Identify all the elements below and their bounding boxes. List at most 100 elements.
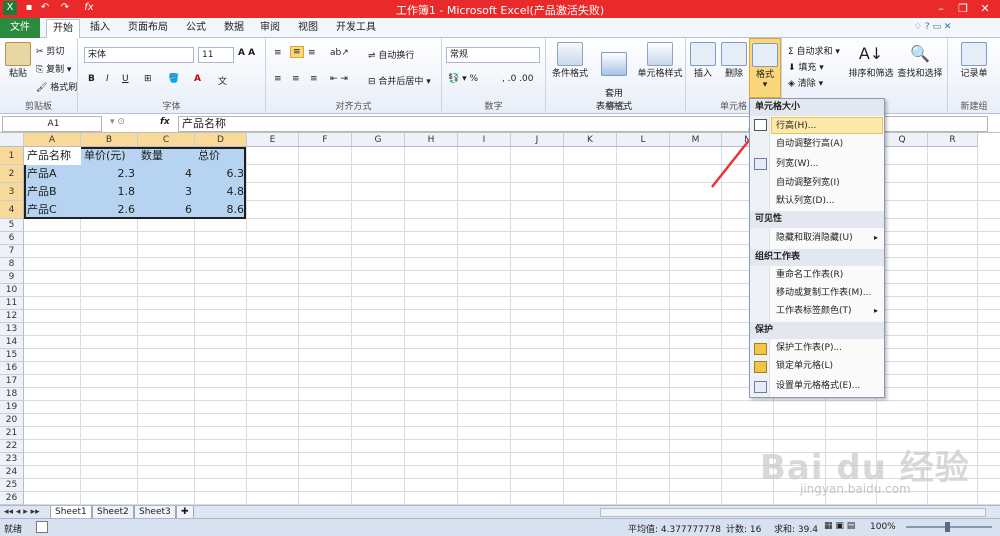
row-header[interactable]: 11 xyxy=(0,297,24,310)
row-header[interactable]: 12 xyxy=(0,310,24,323)
menu-move-copy-sheet[interactable]: 移动或复制工作表(M)... xyxy=(774,285,882,302)
row-header[interactable]: 22 xyxy=(0,440,24,453)
font-name-select[interactable]: 宋体 xyxy=(84,47,194,63)
row-header[interactable]: 4 xyxy=(0,201,24,219)
table-cell[interactable]: 4 xyxy=(138,165,195,183)
border-icon[interactable]: ⊞ xyxy=(144,74,152,84)
menu-format-cells[interactable]: 设置单元格格式(E)... xyxy=(774,378,882,395)
delete-cells-button[interactable]: 删除 xyxy=(719,42,749,79)
phonetic-icon[interactable]: 文 xyxy=(218,74,227,87)
font-size-select[interactable]: 11 xyxy=(198,47,234,63)
align-center-icon[interactable]: ≡ xyxy=(292,74,300,84)
cut-button[interactable]: ✂ 剪切 xyxy=(36,44,64,57)
paste-button[interactable]: 粘贴 xyxy=(4,42,32,79)
fill-color-icon[interactable]: 🪣 xyxy=(168,74,179,84)
tab-review[interactable]: 审阅 xyxy=(254,19,286,38)
autosum-button[interactable]: Σ 自动求和 ▾ xyxy=(788,44,840,57)
restore-icon[interactable]: ❐ xyxy=(952,1,974,17)
tab-developer[interactable]: 开发工具 xyxy=(330,19,382,38)
table-cell[interactable]: 2.3 xyxy=(81,165,138,183)
format-painter-button[interactable]: 🖌 格式刷 xyxy=(36,80,77,93)
table-cell[interactable]: 产品名称 xyxy=(24,147,81,165)
column-header[interactable]: H xyxy=(405,133,458,147)
minimize-icon[interactable]: – xyxy=(930,1,952,17)
menu-autofit-column-width[interactable]: 自动调整列宽(I) xyxy=(774,175,882,192)
table-cell[interactable]: 总价 xyxy=(195,147,247,165)
row-header[interactable]: 13 xyxy=(0,323,24,336)
menu-default-width[interactable]: 默认列宽(D)... xyxy=(774,193,882,210)
bold-button[interactable]: B xyxy=(88,74,95,84)
number-format-select[interactable]: 常规 xyxy=(446,47,540,63)
name-box[interactable]: A1 xyxy=(2,116,102,132)
copy-button[interactable]: ⎘ 复制 ▾ xyxy=(36,62,71,75)
table-cell[interactable]: 3 xyxy=(138,183,195,201)
tab-page-layout[interactable]: 页面布局 xyxy=(122,19,174,38)
menu-lock-cell[interactable]: 锁定单元格(L) xyxy=(774,358,882,375)
format-cells-button[interactable]: 格式 ▾ xyxy=(749,38,781,98)
menu-column-width[interactable]: 列宽(W)... xyxy=(774,156,882,173)
sheet-nav-icon[interactable]: ◂◂ ◂ ▸ ▸▸ xyxy=(4,507,40,517)
zoom-slider-handle[interactable] xyxy=(945,522,950,532)
italic-button[interactable]: I xyxy=(106,74,109,84)
align-top-icon[interactable]: ≡ xyxy=(274,48,282,58)
column-header[interactable]: C xyxy=(138,133,195,147)
insert-cells-button[interactable]: 插入 xyxy=(688,42,718,79)
tab-file[interactable]: 文件 xyxy=(0,18,40,38)
name-box-dropdown-icon[interactable]: ▾ ⊙ xyxy=(110,117,125,127)
tab-insert[interactable]: 插入 xyxy=(84,19,116,38)
conditional-format-button[interactable]: 条件格式 xyxy=(548,42,592,79)
currency-icon[interactable]: 💱 ▾ % xyxy=(448,74,478,84)
insert-function-icon[interactable]: fx xyxy=(160,117,170,127)
row-header[interactable]: 25 xyxy=(0,479,24,492)
align-left-icon[interactable]: ≡ xyxy=(274,74,282,84)
column-header[interactable]: J xyxy=(511,133,564,147)
table-cell[interactable]: 6.3 xyxy=(195,165,247,183)
menu-autofit-row-height[interactable]: 自动调整行高(A) xyxy=(774,136,882,153)
row-header[interactable]: 7 xyxy=(0,245,24,258)
align-bottom-icon[interactable]: ≡ xyxy=(308,48,316,58)
column-header[interactable]: F xyxy=(299,133,352,147)
row-header[interactable]: 5 xyxy=(0,219,24,232)
row-header[interactable]: 3 xyxy=(0,183,24,201)
column-header[interactable]: G xyxy=(352,133,405,147)
macro-record-icon[interactable] xyxy=(36,521,48,533)
row-header[interactable]: 17 xyxy=(0,375,24,388)
row-header[interactable]: 15 xyxy=(0,349,24,362)
grow-shrink-font-icon[interactable]: A A xyxy=(238,48,255,58)
table-cell[interactable]: 产品A xyxy=(24,165,81,183)
fill-button[interactable]: ⬇ 填充 ▾ xyxy=(788,60,824,73)
column-header[interactable]: E xyxy=(247,133,299,147)
row-header[interactable]: 2 xyxy=(0,165,24,183)
row-header[interactable]: 18 xyxy=(0,388,24,401)
row-header[interactable]: 14 xyxy=(0,336,24,349)
row-header[interactable]: 19 xyxy=(0,401,24,414)
record-form-button[interactable]: 记录单 xyxy=(952,42,996,79)
row-header[interactable]: 16 xyxy=(0,362,24,375)
table-cell[interactable]: 1.8 xyxy=(81,183,138,201)
view-buttons-icon[interactable]: ▦ ▣ ▤ xyxy=(824,521,855,531)
clear-button[interactable]: ◈ 清除 ▾ xyxy=(788,76,823,89)
orientation-icon[interactable]: ab↗ xyxy=(330,48,349,58)
row-header[interactable]: 1 xyxy=(0,147,24,165)
wrap-text-button[interactable]: ⇌ 自动换行 xyxy=(368,48,414,61)
table-cell[interactable]: 4.8 xyxy=(195,183,247,201)
row-header[interactable]: 23 xyxy=(0,453,24,466)
column-header[interactable]: I xyxy=(458,133,511,147)
menu-row-height[interactable]: 行高(H)... xyxy=(771,117,883,134)
row-header[interactable]: 10 xyxy=(0,284,24,297)
row-header[interactable]: 8 xyxy=(0,258,24,271)
align-middle-icon[interactable]: ≡ xyxy=(290,46,304,58)
row-header[interactable]: 21 xyxy=(0,427,24,440)
ribbon-collapse-icon[interactable]: ♢ ? ▭ ✕ xyxy=(914,22,951,32)
row-header[interactable]: 26 xyxy=(0,492,24,505)
column-header[interactable]: A xyxy=(24,133,81,147)
table-cell[interactable]: 产品C xyxy=(24,201,81,219)
align-right-icon[interactable]: ≡ xyxy=(310,74,318,84)
row-header[interactable]: 6 xyxy=(0,232,24,245)
cell-styles-button[interactable]: 单元格样式 xyxy=(634,42,686,79)
tab-data[interactable]: 数据 xyxy=(218,19,250,38)
table-cell[interactable]: 数量 xyxy=(138,147,195,165)
column-header[interactable]: K xyxy=(564,133,617,147)
indent-icon[interactable]: ⇤ ⇥ xyxy=(330,74,348,84)
merge-center-button[interactable]: ⊟ 合并后居中 ▾ xyxy=(368,74,431,87)
